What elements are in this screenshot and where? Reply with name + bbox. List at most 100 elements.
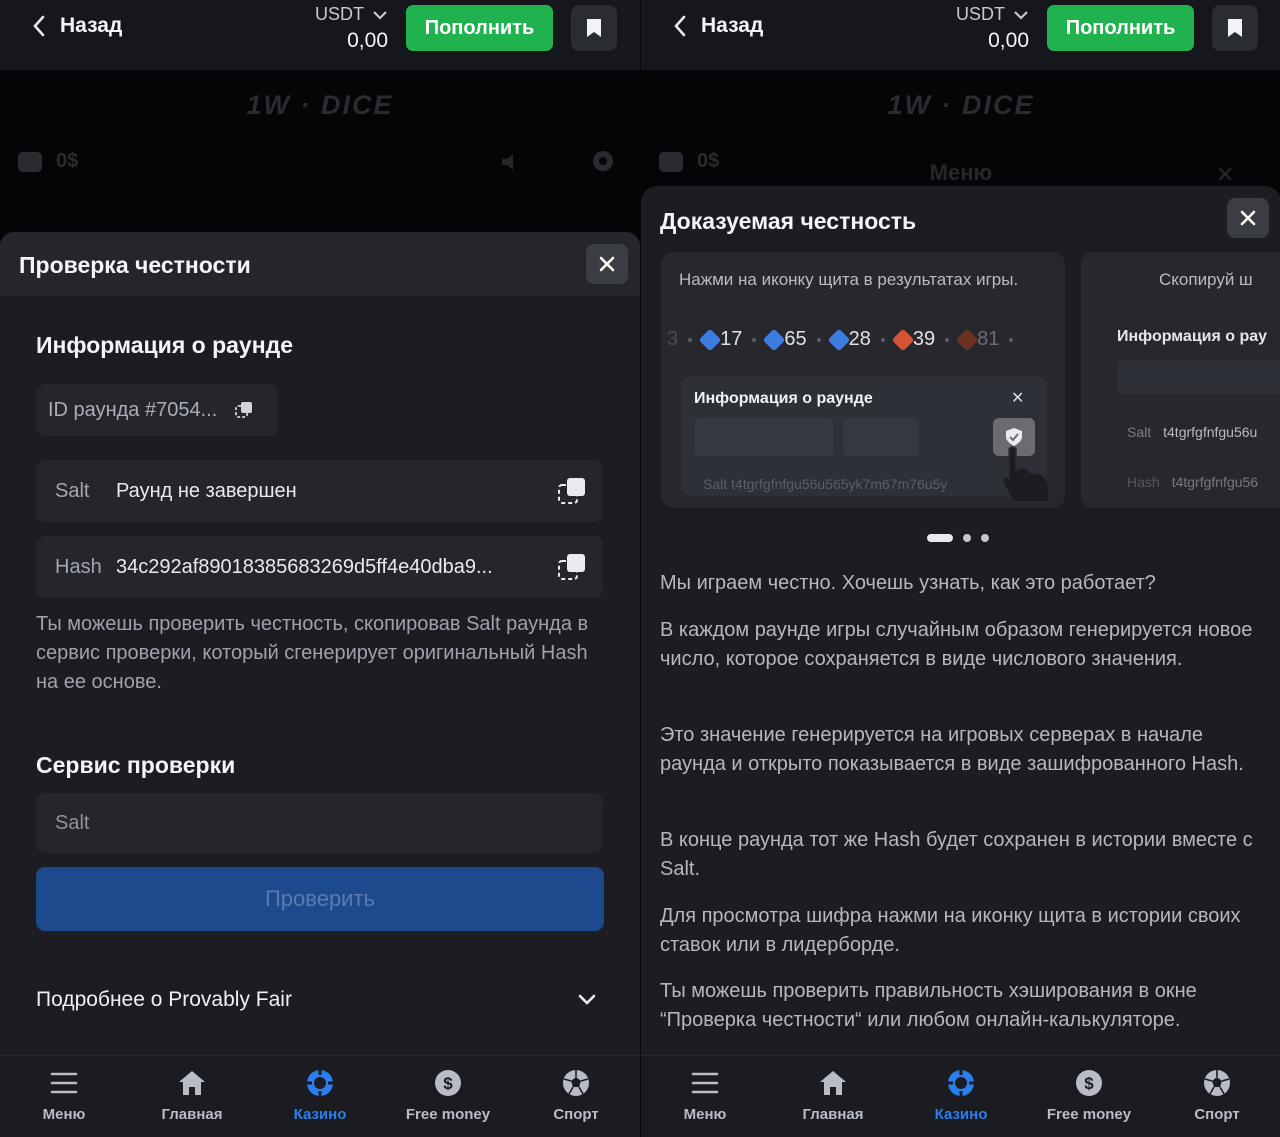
salt-value: Раунд не завершен — [116, 479, 297, 502]
tutorial-slide-2[interactable]: Скопируй ш Информация о рау Salt t4tgrfgf… — [1081, 252, 1280, 508]
svg-text:$: $ — [1084, 1074, 1094, 1093]
copy-icon[interactable] — [235, 401, 253, 419]
screen-provable-fairness: Назад USDT 0,00 Пополнить 1W · DICE 0$ М… — [640, 0, 1280, 1137]
salt-input[interactable]: Salt — [36, 793, 603, 853]
chevron-down-icon — [578, 994, 596, 1005]
close-button[interactable] — [586, 244, 628, 284]
salt-value: t4tgrfgfnfgu56u — [1163, 424, 1258, 440]
nav-label: Меню — [42, 1106, 86, 1123]
check-button[interactable]: Проверить — [36, 867, 604, 931]
close-icon: ✕ — [1011, 390, 1025, 407]
hash-label: Hash — [1127, 474, 1160, 490]
bottom-nav: Меню Главная Казино $ Free money Спорт — [641, 1055, 1280, 1137]
fairness-check-modal: Проверка честности Информация о раунде I… — [0, 232, 640, 1055]
copy-salt-icon[interactable] — [557, 476, 587, 506]
copy-hash-icon[interactable] — [557, 552, 587, 582]
round-id-chip[interactable]: ID раунда #7054... — [36, 384, 278, 436]
soccer-ball-icon — [563, 1070, 589, 1096]
card-title: Информация о рау — [1117, 328, 1268, 345]
chevron-down-icon — [373, 10, 387, 20]
carousel-dots[interactable] — [927, 534, 989, 542]
home-icon — [820, 1071, 846, 1095]
card-salt-row: Salt t4tgrfgfnfgu56u — [1127, 424, 1257, 440]
dice-result: 65 — [763, 328, 807, 351]
menu-icon — [50, 1072, 78, 1094]
close-icon: ✕ — [1216, 162, 1235, 187]
slide-caption: Нажми на иконку щита в результатах игры. — [679, 270, 1019, 289]
hash-field: Hash 34c292af89018385683269d5ff4e40dba9.… — [36, 536, 603, 598]
close-icon — [1240, 210, 1256, 226]
nav-item-casino[interactable]: Казино — [256, 1056, 384, 1137]
top-bar: Назад USDT 0,00 Пополнить — [641, 0, 1280, 70]
paragraph: Для просмотра шифра нажми на иконку щита… — [660, 905, 1241, 956]
help-text: Ты можешь проверить честность, скопирова… — [36, 613, 589, 693]
back-button[interactable]: Назад — [673, 14, 763, 38]
nav-item-home[interactable]: Главная — [128, 1056, 256, 1137]
game-wallet-amount: 0$ — [56, 150, 79, 172]
back-button[interactable]: Назад — [32, 14, 122, 38]
nav-item-casino[interactable]: Казино — [897, 1056, 1025, 1137]
back-label: Назад — [60, 14, 123, 37]
paragraph: Это значение генерируется на игровых сер… — [660, 724, 1244, 775]
carousel-dot[interactable] — [981, 534, 989, 542]
bottom-nav: Меню Главная Казино $ Free money Спорт — [0, 1055, 640, 1137]
bookmark-button[interactable] — [1212, 5, 1258, 51]
dollar-icon: $ — [435, 1070, 461, 1096]
modal-header: Проверка честности — [0, 232, 640, 296]
nav-item-free-money[interactable]: $ Free money — [1025, 1056, 1153, 1137]
dice-value: 17 — [720, 328, 743, 350]
chevron-left-icon — [674, 15, 686, 37]
screen-fairness-check: Назад USDT 0,00 Пополнить 1W · DICE 0$ П… — [0, 0, 640, 1137]
game-logo: 1W · DICE — [246, 90, 394, 120]
nav-label: Free money — [1046, 1106, 1132, 1123]
paragraph: Ты можешь проверить правильность хэширов… — [660, 980, 1197, 1031]
balance-selector[interactable]: USDT 0,00 — [315, 4, 388, 53]
nav-label: Казино — [293, 1106, 347, 1123]
round-info-card-preview: Информация о раунде ✕ Salt t4tgrfgfnfgu5… — [681, 376, 1050, 503]
chevron-down-icon — [1014, 10, 1028, 20]
nav-label: Меню — [683, 1106, 727, 1123]
nav-item-free-money[interactable]: $ Free money — [384, 1056, 512, 1137]
deposit-button[interactable]: Пополнить — [406, 5, 553, 51]
hash-value: 34c292af89018385683269d5ff4e40dba9... — [116, 555, 493, 578]
back-label: Назад — [701, 14, 764, 37]
dice-result: 17 — [698, 328, 743, 351]
dice-value: 81 — [977, 328, 1000, 350]
nav-item-sport[interactable]: Спорт — [512, 1056, 640, 1137]
card-salt: Salt t4tgrfgfnfgu56u565yk7m67m76u5y — [703, 476, 948, 492]
nav-label: Казино — [934, 1106, 988, 1123]
balance-selector[interactable]: USDT 0,00 — [956, 4, 1029, 53]
close-button[interactable] — [1227, 198, 1269, 238]
nav-item-menu[interactable]: Меню — [641, 1056, 769, 1137]
hash-value: t4tgrfgfnfgu56 — [1171, 474, 1259, 490]
pointing-hand-icon — [1001, 446, 1050, 503]
nav-item-home[interactable]: Главная — [769, 1056, 897, 1137]
chevron-left-icon — [33, 15, 45, 37]
svg-text:$: $ — [443, 1074, 453, 1093]
soccer-ball-icon — [1204, 1070, 1230, 1096]
provably-fair-expander[interactable]: Подробнее о Provably Fair — [36, 988, 596, 1012]
dice-cube-icon — [763, 328, 786, 351]
nav-label: Спорт — [553, 1106, 599, 1123]
sound-off-icon — [502, 154, 513, 170]
bookmark-button[interactable] — [571, 5, 617, 51]
nav-label: Главная — [161, 1106, 223, 1123]
separator-dot — [752, 337, 757, 342]
salt-label: Salt — [1127, 424, 1152, 440]
dice-result: 28 — [827, 328, 871, 351]
dice-cube-icon — [698, 328, 722, 351]
currency-label: USDT — [315, 4, 364, 24]
game-menu-title: Меню — [929, 160, 993, 185]
close-icon — [599, 256, 615, 272]
carousel-dot[interactable] — [963, 534, 971, 542]
paragraph: В конце раунда тот же Hash будет сохране… — [660, 829, 1253, 880]
nav-item-sport[interactable]: Спорт — [1153, 1056, 1280, 1137]
bookmark-icon — [1228, 19, 1242, 37]
dice-cube-icon — [827, 328, 850, 351]
placeholder-box — [843, 418, 919, 456]
salt-field: Salt Раунд не завершен — [36, 460, 603, 522]
nav-item-menu[interactable]: Меню — [0, 1056, 128, 1137]
carousel-dot-active[interactable] — [927, 534, 953, 542]
tutorial-slide-1[interactable]: Нажми на иконку щита в результатах игры.… — [661, 252, 1065, 508]
deposit-button[interactable]: Пополнить — [1047, 5, 1194, 51]
